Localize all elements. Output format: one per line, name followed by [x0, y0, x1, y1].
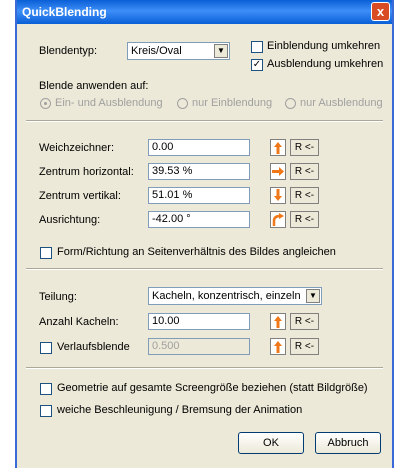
cancel-button[interactable]: Abbruch	[315, 432, 381, 454]
close-icon: x	[376, 4, 385, 19]
radio-nur-einblendung[interactable]	[177, 98, 188, 109]
zentrum-horizontal-input[interactable]: 39.53 %	[148, 163, 250, 180]
arrow-right-icon[interactable]	[270, 163, 286, 180]
verlaufsblende-label: Verlaufsblende	[57, 341, 130, 353]
ausblendung-umkehren-label: Ausblendung umkehren	[267, 58, 384, 70]
ausblendung-umkehren-checkbox[interactable]: ✓	[251, 59, 263, 71]
verlaufsblende-checkbox[interactable]	[40, 342, 52, 354]
geometrie-label: Geometrie auf gesamte Screengröße bezieh…	[57, 382, 368, 394]
radio-ein-und-ausblendung[interactable]	[40, 98, 51, 109]
separator	[26, 367, 383, 369]
form-richtung-checkbox[interactable]	[40, 247, 52, 259]
einblendung-umkehren-checkbox[interactable]	[251, 41, 263, 53]
teilung-select[interactable]: Kacheln, konzentrisch, einzeln dr ▼	[148, 287, 322, 305]
einblendung-umkehren-label: Einblendung umkehren	[267, 40, 381, 52]
anzahl-kacheln-label: Anzahl Kacheln:	[39, 316, 119, 328]
arrow-up-icon[interactable]	[270, 338, 286, 355]
radio-ein-und-ausblendung-label: Ein- und Ausblendung	[55, 97, 163, 109]
zentrum-vertikal-input[interactable]: 51.01 %	[148, 187, 250, 204]
ausrichtung-reset-button[interactable]: R <-	[290, 211, 319, 228]
weichzeichner-reset-button[interactable]: R <-	[290, 139, 319, 156]
title-bar: QuickBlending x	[17, 0, 392, 24]
verlaufsblende-reset-button[interactable]: R <-	[290, 338, 319, 355]
blendentyp-select[interactable]: Kreis/Oval ▼	[127, 42, 230, 60]
geometrie-checkbox[interactable]	[40, 383, 52, 395]
blende-anwenden-label: Blende anwenden auf:	[39, 80, 149, 92]
ausrichtung-label: Ausrichtung:	[39, 214, 101, 226]
radio-nur-ausblendung-label: nur Ausblendung	[300, 97, 383, 109]
beschleunigung-checkbox[interactable]	[40, 405, 52, 417]
zentrum-horizontal-reset-button[interactable]: R <-	[290, 163, 319, 180]
zentrum-vertikal-label: Zentrum vertikal:	[39, 190, 121, 202]
form-richtung-label: Form/Richtung an Seitenverhältnis des Bi…	[57, 246, 336, 258]
beschleunigung-label: weiche Beschleunigung / Bremsung der Ani…	[57, 404, 303, 416]
separator	[26, 268, 383, 270]
arrow-up-icon[interactable]	[270, 139, 286, 156]
arrow-down-icon[interactable]	[270, 187, 286, 204]
anzahl-kacheln-input[interactable]: 10.00	[148, 313, 250, 330]
zentrum-horizontal-label: Zentrum horizontal:	[39, 166, 134, 178]
weichzeichner-label: Weichzeichner:	[39, 142, 114, 154]
teilung-label: Teilung:	[39, 291, 77, 303]
ausrichtung-input[interactable]: -42.00 °	[148, 211, 250, 228]
verlaufsblende-input[interactable]: 0.500	[148, 338, 250, 355]
zentrum-vertikal-reset-button[interactable]: R <-	[290, 187, 319, 204]
ok-button[interactable]: OK	[238, 432, 304, 454]
rotate-icon[interactable]	[270, 211, 286, 228]
separator	[26, 120, 383, 122]
chevron-down-icon[interactable]: ▼	[306, 289, 320, 303]
arrow-up-icon[interactable]	[270, 313, 286, 330]
radio-nur-ausblendung[interactable]	[285, 98, 296, 109]
weichzeichner-input[interactable]: 0.00	[148, 139, 250, 156]
blendentyp-label: Blendentyp:	[39, 45, 98, 57]
close-button[interactable]: x	[371, 2, 390, 21]
radio-nur-einblendung-label: nur Einblendung	[192, 97, 273, 109]
chevron-down-icon[interactable]: ▼	[214, 44, 228, 58]
anzahl-kacheln-reset-button[interactable]: R <-	[290, 313, 319, 330]
blendentyp-value: Kreis/Oval	[131, 45, 182, 57]
teilung-value: Kacheln, konzentrisch, einzeln dr	[152, 290, 304, 302]
quickblending-dialog: QuickBlending x Blendentyp: Kreis/Oval ▼…	[15, 0, 394, 468]
window-title: QuickBlending	[22, 5, 107, 19]
